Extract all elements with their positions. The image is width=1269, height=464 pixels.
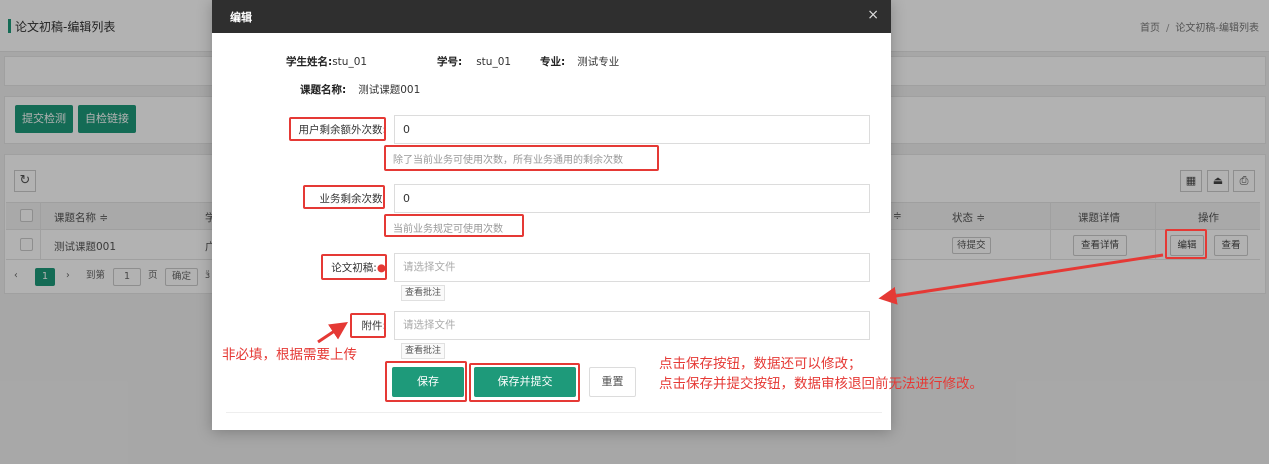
save-note-line-1: 点击保存按钮，数据还可以修改；	[659, 356, 862, 372]
annotation-arrows	[317, 253, 1164, 344]
arrow-to-attachment	[317, 322, 348, 344]
save-note-line-2: 点击保存并提交按钮，数据审核退回前无法进行修改。	[659, 376, 983, 392]
arrow-edit-to-modal	[878, 253, 1164, 305]
optional-upload-note: 非必填，根据需要上传	[222, 347, 357, 363]
